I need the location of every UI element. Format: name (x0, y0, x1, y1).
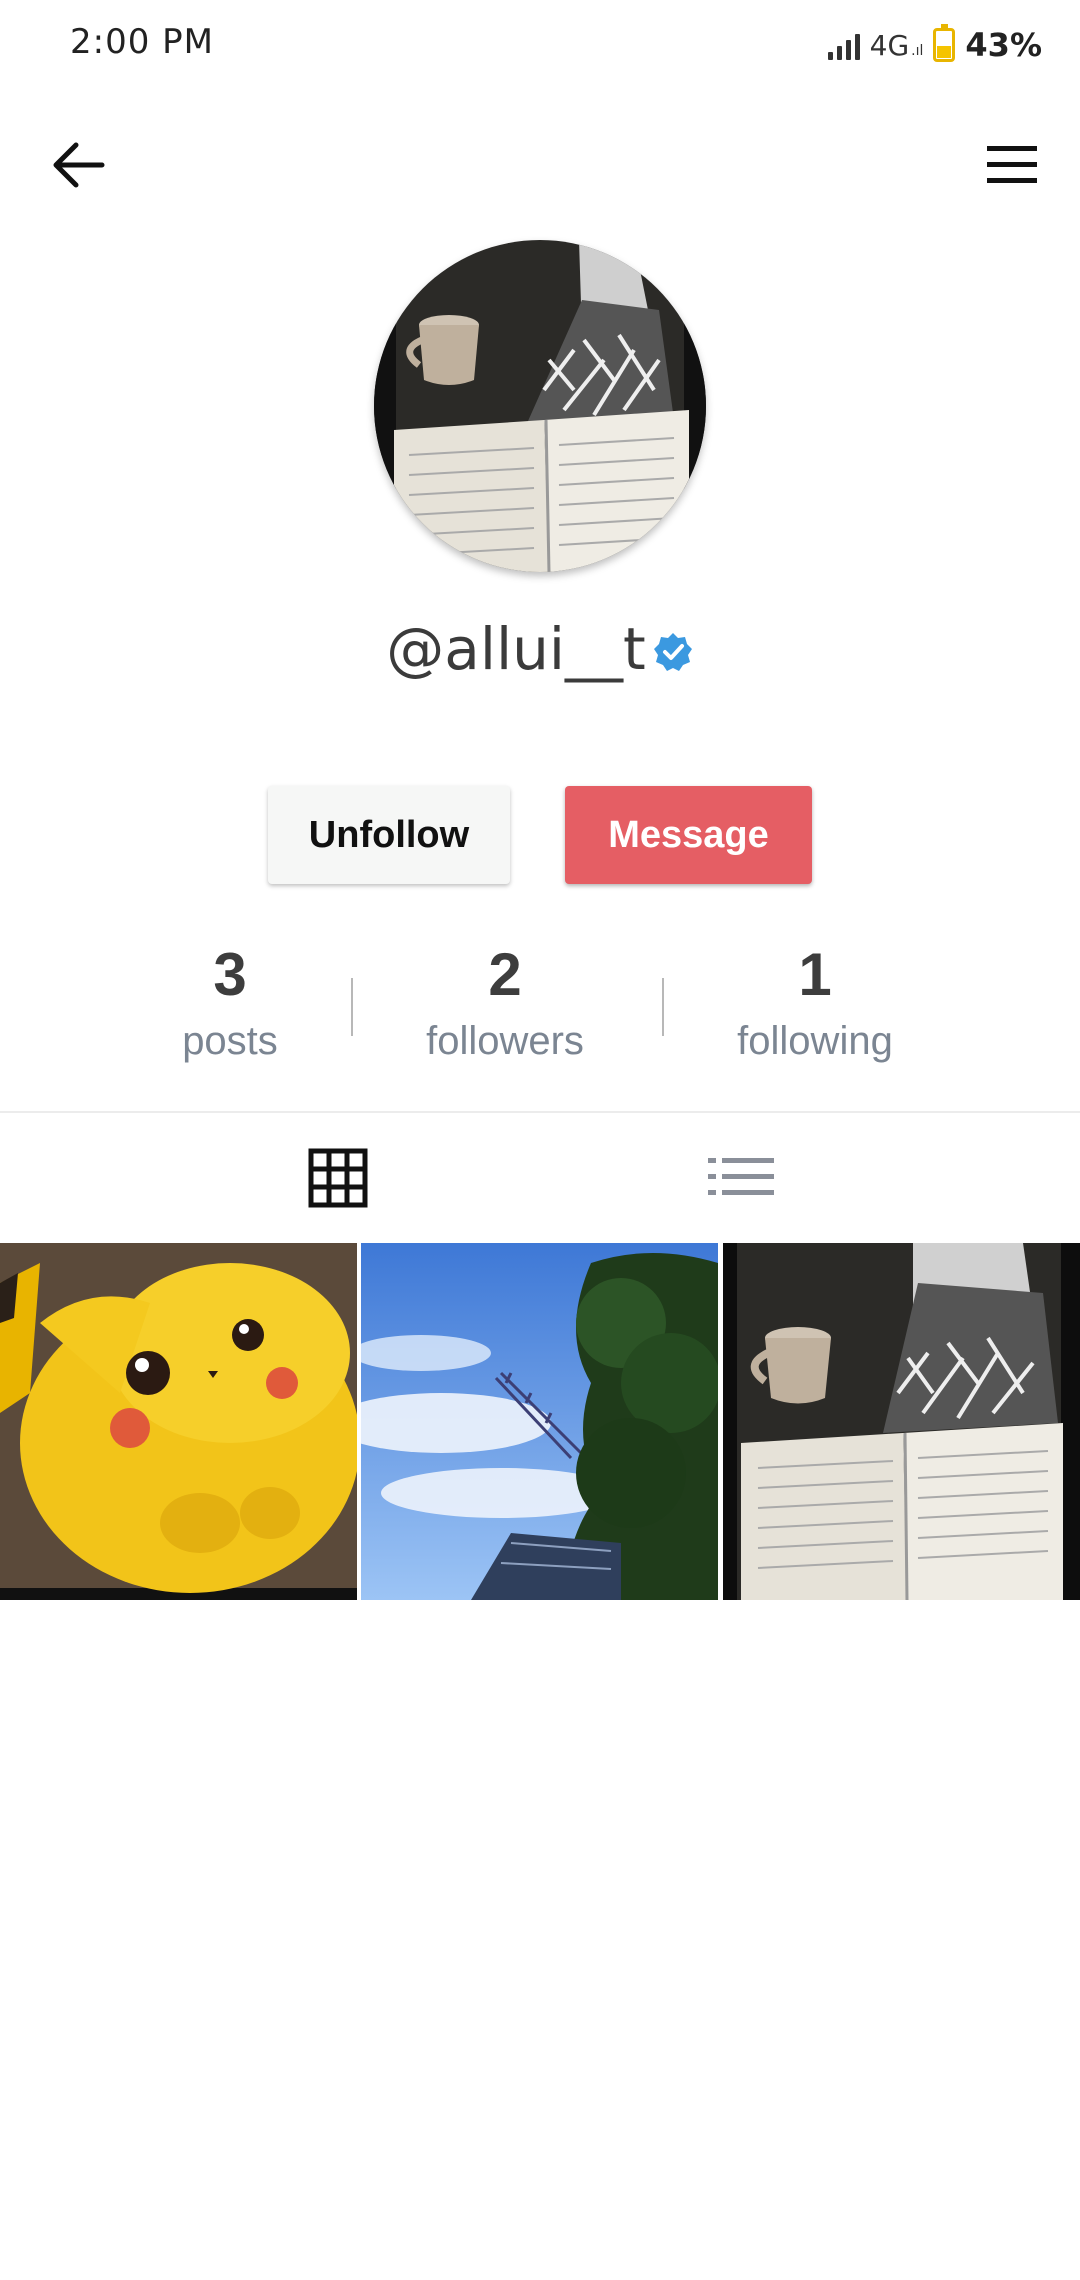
stat-posts[interactable]: 3 posts (130, 935, 330, 1067)
followers-count: 2 (488, 941, 522, 1008)
following-label: following (737, 1019, 893, 1063)
posts-count: 3 (213, 941, 247, 1008)
post-thumbnail[interactable] (361, 1243, 718, 1600)
username-row: @allui__t (0, 615, 1080, 683)
unfollow-label: Unfollow (308, 813, 470, 856)
verified-badge-icon (653, 633, 692, 671)
profile-avatar[interactable] (374, 240, 706, 572)
stat-divider (351, 978, 353, 1036)
grid-icon (308, 1148, 368, 1208)
signal-icon (827, 30, 860, 60)
menu-button[interactable] (984, 143, 1040, 187)
following-count: 1 (798, 941, 832, 1008)
unfollow-button[interactable]: Unfollow (268, 786, 510, 884)
post-thumbnail[interactable] (0, 1243, 357, 1600)
battery-percent: 43% (965, 26, 1042, 64)
section-divider (0, 1111, 1080, 1113)
tab-list-view[interactable] (708, 1156, 774, 1198)
followers-label: followers (426, 1019, 584, 1063)
status-time: 2:00 PM (70, 22, 214, 62)
avatar-image (374, 240, 706, 572)
hamburger-menu-icon (987, 146, 1037, 183)
username: @allui__t (386, 615, 646, 683)
network-type: 4G .ıl (869, 28, 924, 62)
message-button[interactable]: Message (565, 786, 812, 884)
back-button[interactable] (50, 140, 106, 190)
list-icon (708, 1158, 774, 1195)
message-label: Message (608, 813, 769, 856)
stat-divider (662, 978, 664, 1036)
tab-grid-view[interactable] (308, 1148, 368, 1208)
pikachu-image (0, 1243, 357, 1600)
battery-icon (933, 24, 956, 62)
stat-following[interactable]: 1 following (715, 935, 915, 1067)
arrow-left-icon (53, 142, 105, 188)
post-thumbnail[interactable] (723, 1243, 1080, 1600)
stat-followers[interactable]: 2 followers (405, 935, 605, 1067)
status-icons: 4G .ıl 43% (827, 24, 1042, 64)
book-coffee-image (723, 1243, 1080, 1600)
posts-label: posts (182, 1019, 278, 1063)
status-bar: 2:00 PM 4G .ıl 43% (0, 0, 1080, 95)
sky-tower-image (361, 1243, 718, 1600)
